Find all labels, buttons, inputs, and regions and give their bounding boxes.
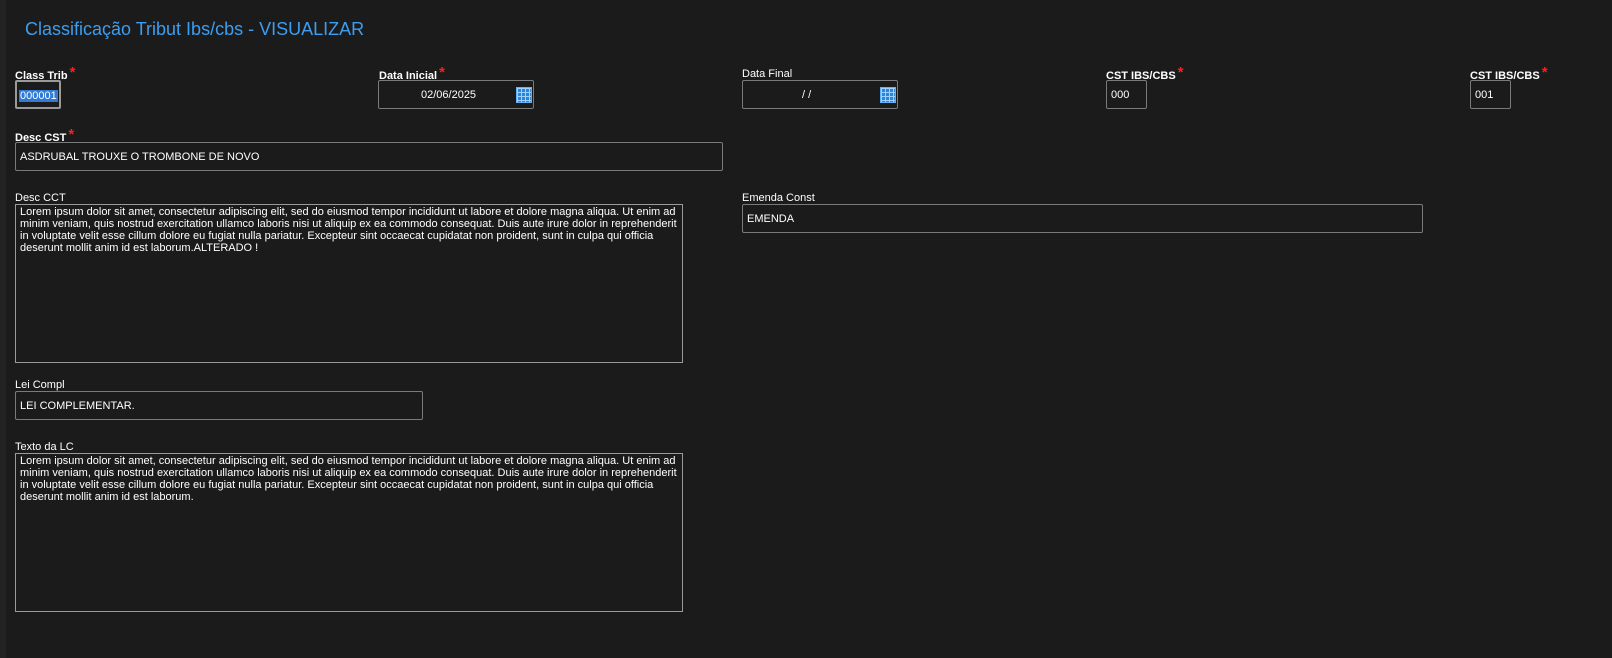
data-inicial-field[interactable]: 02/06/2025 <box>378 80 534 109</box>
emenda-const-field[interactable]: EMENDA <box>742 204 1423 233</box>
left-edge <box>0 0 6 658</box>
class-trib-value: 000001 <box>19 90 58 102</box>
desc-cct-textarea[interactable]: Lorem ipsum dolor sit amet, consectetur … <box>15 204 683 363</box>
required-marker: * <box>1177 64 1184 81</box>
required-marker: * <box>69 64 76 81</box>
cst-ibs-cbs-field[interactable]: 000 <box>1106 80 1147 109</box>
required-marker: * <box>439 64 445 81</box>
emenda-const-value: EMENDA <box>747 213 795 225</box>
cst-ibs-cbs-2-value: 001 <box>1475 89 1494 101</box>
data-final-field[interactable]: / / <box>742 80 898 109</box>
calendar-icon[interactable] <box>516 87 532 103</box>
texto-lc-textarea[interactable]: Lorem ipsum dolor sit amet, consectetur … <box>15 453 683 612</box>
cst-ibs-cbs-value: 000 <box>1111 89 1130 101</box>
cst-ibs-cbs-2-field[interactable]: 001 <box>1470 80 1511 109</box>
lei-compl-value: LEI COMPLEMENTAR. <box>20 400 135 412</box>
desc-cst-field[interactable]: ASDRUBAL TROUXE O TROMBONE DE NOVO <box>15 142 723 171</box>
required-marker: * <box>68 126 75 143</box>
lei-compl-field[interactable]: LEI COMPLEMENTAR. <box>15 391 423 420</box>
data-final-value: / / <box>802 89 812 101</box>
desc-cst-value: ASDRUBAL TROUXE O TROMBONE DE NOVO <box>20 151 260 163</box>
page-title: Classificação Tribut Ibs/cbs - VISUALIZA… <box>25 19 365 39</box>
calendar-icon[interactable] <box>880 87 896 103</box>
required-marker: * <box>1541 64 1548 81</box>
class-trib-field[interactable]: 000001 <box>15 80 61 109</box>
data-inicial-value: 02/06/2025 <box>421 89 477 101</box>
